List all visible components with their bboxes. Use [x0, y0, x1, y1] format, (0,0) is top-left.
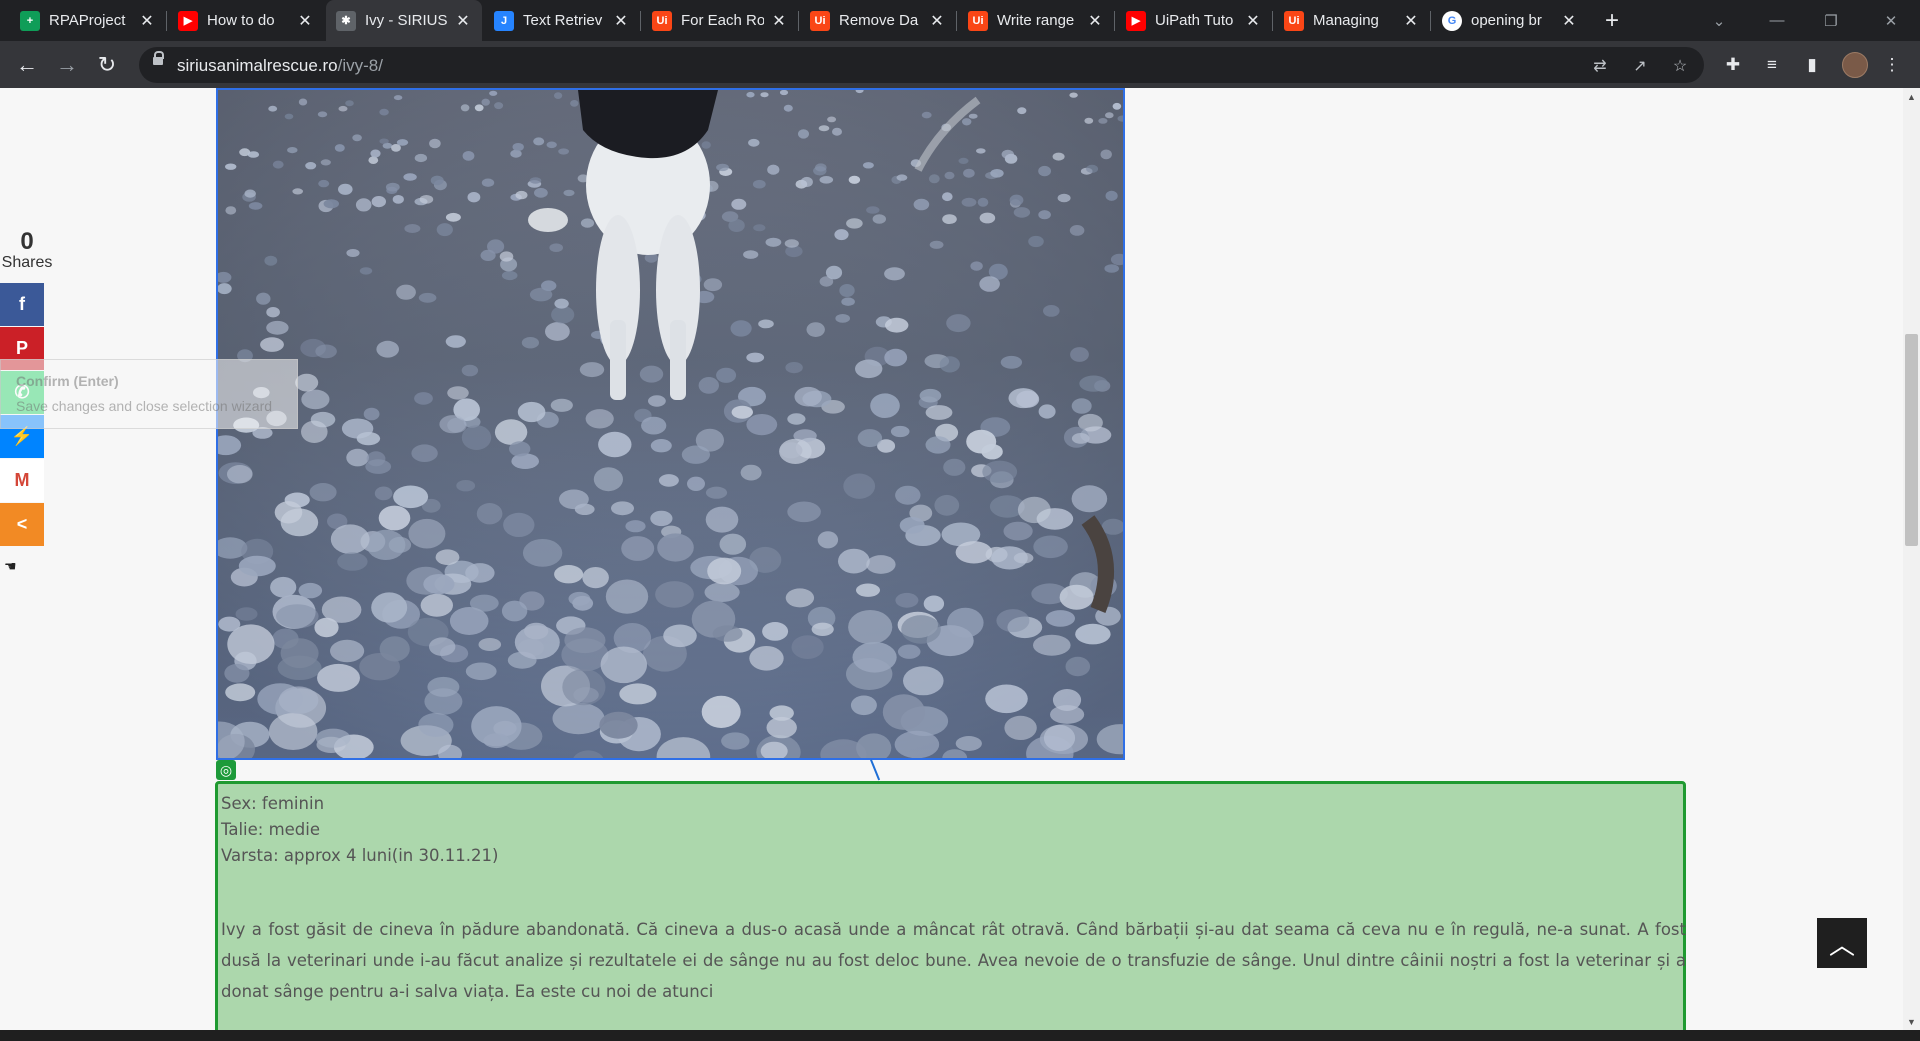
dog-photo-image: [218, 90, 1123, 758]
youtube-icon: ▶: [178, 10, 198, 31]
share-label: Shares: [1, 254, 53, 271]
tab-title: How to do: [207, 12, 275, 29]
tooltip-description: Save changes and close selection wizard: [16, 398, 273, 414]
close-window-button[interactable]: ✕: [1868, 0, 1914, 41]
more-share[interactable]: <: [0, 503, 44, 546]
tab-title: Ivy - SIRIUS: [365, 12, 448, 29]
uipath-icon: Ui: [968, 10, 988, 31]
tab-title: UiPath Tuto: [1155, 12, 1234, 29]
uipath-icon: Ui: [1284, 10, 1304, 31]
dog-photo[interactable]: [216, 88, 1125, 760]
tab-10[interactable]: Gopening br ✕: [1432, 0, 1588, 41]
share-icon: <: [16, 514, 28, 534]
tab-title: Text Retriev: [523, 12, 603, 29]
tab-3[interactable]: ✱ Ivy - SIRIUS ✕: [326, 0, 482, 41]
close-icon[interactable]: ✕: [454, 12, 472, 30]
tab-separator: [1114, 11, 1115, 31]
messenger-icon: ⚡: [10, 426, 34, 446]
close-icon[interactable]: ✕: [1086, 12, 1104, 30]
page-scrollbar[interactable]: ▲ ▼: [1903, 88, 1920, 1030]
uipath-icon: Ui: [652, 10, 672, 31]
facebook-share[interactable]: f: [0, 283, 44, 326]
url-text[interactable]: siriusanimalrescue.ro/ivy-8/: [177, 56, 383, 76]
tab-separator: [798, 11, 799, 31]
anchor-target-icon[interactable]: ◎: [216, 760, 236, 780]
menu-icon[interactable]: ⋮: [1880, 53, 1904, 77]
uipath-icon: Ui: [810, 10, 830, 31]
share-page-icon[interactable]: ↗: [1629, 55, 1651, 77]
hand-pointer-icon: ☚: [4, 558, 17, 574]
back-icon[interactable]: ←: [11, 49, 43, 81]
scrollbar-thumb[interactable]: [1905, 334, 1918, 546]
tab-5[interactable]: Ui For Each Ro ✕: [642, 0, 798, 41]
tab-9[interactable]: Ui Managing ✕: [1274, 0, 1430, 41]
forward-icon[interactable]: →: [51, 49, 83, 81]
scroll-up-icon[interactable]: ▲: [1903, 88, 1920, 105]
tab-title: RPAProject: [49, 12, 126, 29]
tab-2[interactable]: ▶ How to do ✕: [168, 0, 324, 41]
close-icon[interactable]: ✕: [928, 12, 946, 30]
profile-avatar[interactable]: [1842, 52, 1868, 78]
close-icon[interactable]: ✕: [1402, 12, 1420, 30]
side-panel-icon[interactable]: ▮: [1800, 53, 1824, 77]
tab-4[interactable]: J Text Retriev ✕: [484, 0, 640, 41]
media-control-icon[interactable]: ≡: [1760, 53, 1784, 77]
tab-separator: [640, 11, 641, 31]
jira-icon: J: [494, 10, 514, 31]
tab-6[interactable]: Ui Remove Da ✕: [800, 0, 956, 41]
restore-button[interactable]: ❐: [1808, 0, 1854, 41]
tab-1[interactable]: + RPAProject ✕: [10, 0, 166, 41]
tab-separator: [956, 11, 957, 31]
close-icon[interactable]: ✕: [1560, 12, 1578, 30]
close-icon[interactable]: ✕: [296, 12, 314, 30]
confirm-tooltip: Confirm (Enter) Save changes and close s…: [0, 359, 298, 429]
close-icon[interactable]: ✕: [1244, 12, 1262, 30]
tab-strip: + RPAProject ✕ ▶ How to do ✕ ✱ Ivy - SIRIUS ✕ J Te…: [0, 0, 1920, 41]
share-counter: 0 Shares: [0, 228, 54, 272]
scroll-down-icon[interactable]: ▼: [1903, 1013, 1920, 1030]
new-tab-button[interactable]: +: [1598, 7, 1626, 35]
scroll-to-top-button[interactable]: ︿: [1817, 918, 1867, 968]
story-paragraph: Ivy a fost găsit de cineva în pădure aba…: [221, 920, 1686, 1001]
page-viewport: 0 Shares fP✆⚡M< ☚ Confirm (Enter) Save c…: [0, 88, 1903, 1030]
taskbar: [0, 1030, 1920, 1041]
extensions-icon[interactable]: ✚: [1721, 53, 1745, 77]
translate-icon[interactable]: ⇄: [1589, 55, 1611, 77]
tab-title: Write range: [997, 12, 1075, 29]
close-icon[interactable]: ✕: [770, 12, 788, 30]
bookmark-star-icon[interactable]: ☆: [1669, 55, 1691, 77]
tab-search-icon[interactable]: ⌄: [1696, 0, 1742, 41]
minimize-button[interactable]: —: [1754, 0, 1800, 41]
tab-title: Managing: [1313, 12, 1379, 29]
gmail-icon: M: [14, 470, 30, 490]
address-bar[interactable]: siriusanimalrescue.ro/ivy-8/ ⇄ ↗ ☆: [139, 47, 1704, 83]
tab-title: Remove Da: [839, 12, 919, 29]
tab-title: opening br: [1471, 12, 1542, 29]
talie-line: Talie: medie: [221, 820, 321, 839]
reload-icon[interactable]: ↻: [91, 49, 123, 81]
gmail-share[interactable]: M: [0, 459, 44, 502]
browser-toolbar: ← → ↻ siriusanimalrescue.ro/ivy-8/ ⇄ ↗ ☆…: [0, 41, 1920, 88]
tab-separator: [166, 11, 167, 31]
selected-text-element[interactable]: Sex: feminin Talie: medie Varsta: approx…: [215, 781, 1686, 1030]
paw-icon: ✱: [336, 10, 356, 31]
sheets-icon: +: [20, 10, 40, 31]
facebook-icon: f: [19, 294, 25, 314]
pinterest-icon: P: [15, 338, 28, 358]
tab-separator: [1430, 11, 1431, 31]
tab-8[interactable]: ▶ UiPath Tuto ✕: [1116, 0, 1272, 41]
youtube-icon: ▶: [1126, 10, 1146, 31]
tab-7[interactable]: Ui Write range ✕: [958, 0, 1114, 41]
lock-icon[interactable]: [153, 51, 164, 65]
google-icon: G: [1442, 10, 1462, 31]
sex-line: Sex: feminin: [221, 794, 325, 813]
share-count: 0: [20, 228, 34, 255]
close-icon[interactable]: ✕: [612, 12, 630, 30]
tab-title: For Each Ro: [681, 12, 764, 29]
close-icon[interactable]: ✕: [138, 12, 156, 30]
tooltip-title: Confirm (Enter): [16, 373, 119, 389]
tab-separator: [1272, 11, 1273, 31]
varsta-line: Varsta: approx 4 luni(in 30.11.21): [221, 846, 499, 865]
selection-connector: [870, 759, 881, 781]
